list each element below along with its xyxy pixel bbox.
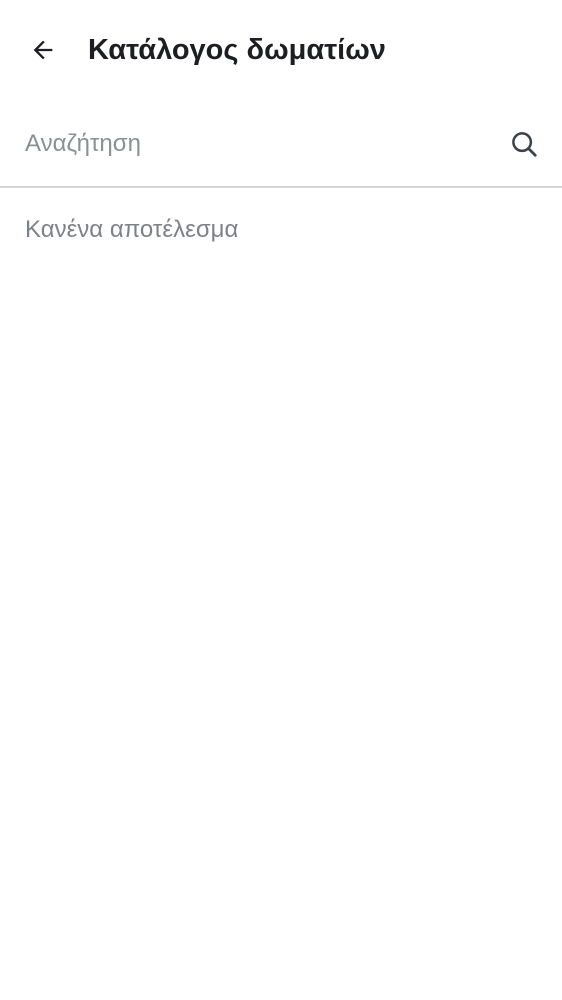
search-bar — [0, 102, 562, 188]
back-button[interactable] — [19, 26, 67, 74]
app-bar: Κατάλογος δωματίων — [0, 0, 562, 100]
arrow-left-icon — [33, 40, 53, 60]
page-title: Κατάλογος δωματίων — [88, 34, 386, 66]
search-icon[interactable] — [504, 124, 544, 164]
magnifier-glyph — [512, 132, 537, 157]
empty-results-message: Κανένα αποτέλεσμα — [25, 216, 239, 243]
search-input[interactable] — [25, 124, 485, 164]
